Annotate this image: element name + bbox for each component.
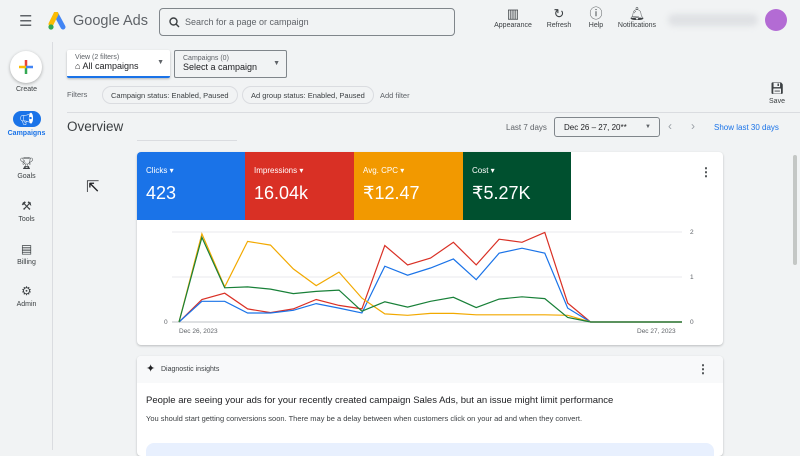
more-options-icon[interactable]: ⋮ [697, 362, 709, 376]
right-axis-tick: 1 [690, 274, 694, 281]
x-axis-start-label: Dec 26, 2023 [179, 328, 218, 335]
series-line-3 [178, 235, 682, 323]
sparkle-icon: ✦ [146, 363, 156, 375]
right-axis-tick: 0 [690, 319, 694, 326]
mouse-cursor: ⇱ [86, 179, 100, 196]
series-line-1 [178, 247, 682, 323]
left-axis-tick: 0 [164, 319, 168, 326]
insights-header: Diagnostic insights [161, 366, 220, 373]
insights-title: People are seeing your ads for your rece… [146, 395, 614, 406]
diagnostic-insights-card: ✦ Diagnostic insights ⋮ People are seein… [137, 356, 723, 456]
insights-body: You should start getting conversions soo… [146, 414, 583, 423]
x-axis-end-label: Dec 27, 2023 [637, 328, 676, 335]
right-axis-tick: 2 [690, 229, 694, 236]
series-line-2 [178, 231, 682, 323]
